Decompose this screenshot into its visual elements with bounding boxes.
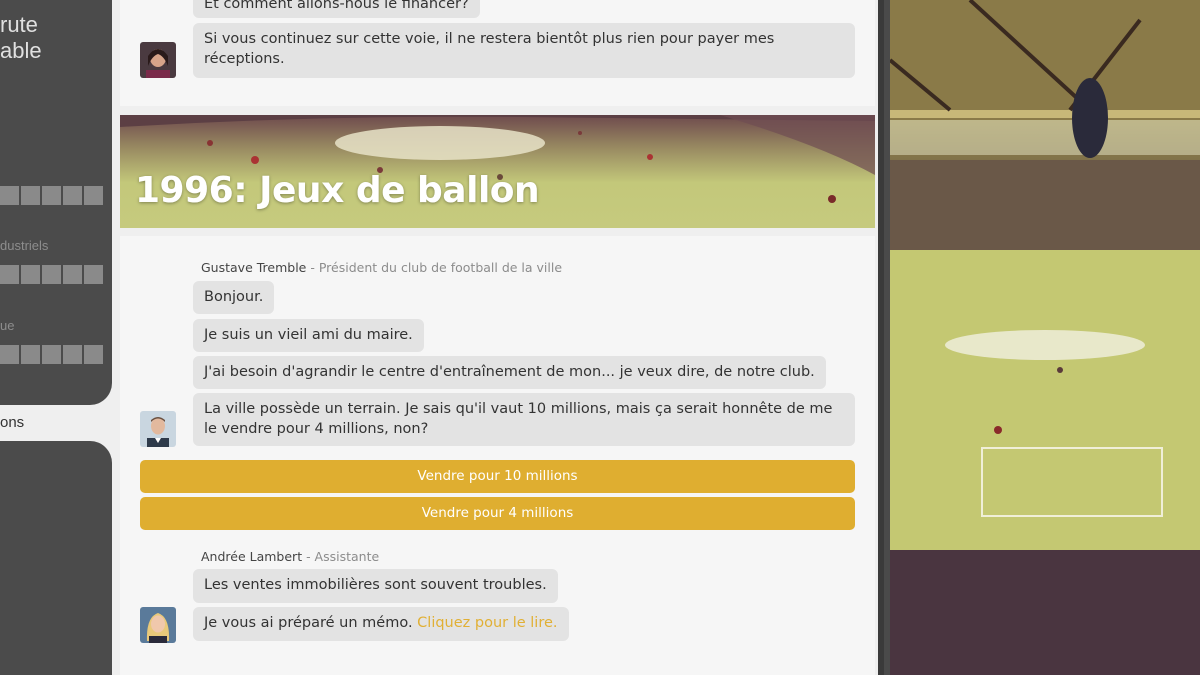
progress-bar-1 — [0, 186, 103, 205]
sidebar-label-other: ue — [0, 318, 15, 333]
sidebar-label-industry: dustriels — [0, 238, 49, 253]
chapter-title: 1996: Jeux de ballon — [135, 170, 540, 211]
stadium-background-image — [890, 0, 1200, 675]
progress-bar-3 — [0, 345, 103, 364]
chat-bubble: La ville possède un terrain. Je sais qu'… — [193, 393, 855, 446]
speaker-role: - Président du club de football de la vi… — [306, 260, 563, 275]
speaker-name: Gustave Tremble — [201, 260, 307, 275]
avatar-woman-blonde — [140, 607, 176, 643]
sidebar-top-panel: rute able dustriels ue — [0, 0, 112, 405]
chat-bubble: Bonjour. — [193, 281, 275, 314]
chat-bubble-memo: Je vous ai préparé un mémo. Cliquez pour… — [193, 607, 569, 641]
choice-sell-4-millions-button[interactable]: Vendre pour 4 millions — [140, 497, 855, 530]
sidebar-item-active[interactable]: ons — [0, 414, 24, 431]
chat-bubble: J'ai besoin d'agrandir le centre d'entra… — [193, 356, 826, 389]
choice-sell-10-millions-button[interactable]: Vendre pour 10 millions — [140, 460, 855, 493]
sidebar-title-line-2: able — [0, 38, 42, 63]
chat-bubble: Si vous continuez sur cette voie, il ne … — [193, 23, 855, 78]
speaker-name: Andrée Lambert — [201, 549, 303, 564]
speaker-role: - Assistante — [302, 549, 380, 564]
chat-card-main: Gustave Tremble - Président du club de f… — [120, 236, 875, 675]
memo-text: Je vous ai préparé un mémo. — [204, 615, 418, 631]
chapter-banner: 1996: Jeux de ballon — [120, 115, 875, 228]
read-memo-link[interactable]: Cliquez pour le lire. — [417, 615, 557, 631]
chat-bubble: Les ventes immobilières sont souvent tro… — [193, 569, 558, 603]
chat-card-top: Et comment allons-nous le financer? Si v… — [120, 0, 875, 106]
sidebar-bottom-panel — [0, 441, 112, 675]
chat-bubble: Je suis un vieil ami du maire. — [193, 319, 424, 352]
speaker-line: Andrée Lambert - Assistante — [201, 549, 379, 564]
avatar-woman-dark — [140, 42, 176, 78]
sidebar-title-line-1: rute — [0, 12, 38, 37]
avatar-man — [140, 411, 176, 447]
speaker-line: Gustave Tremble - Président du club de f… — [201, 260, 562, 275]
stadium-illustration — [890, 0, 1200, 675]
progress-bar-2 — [0, 265, 103, 284]
chat-bubble: Et comment allons-nous le financer? — [193, 0, 480, 18]
sidebar: rute able dustriels ue ons — [0, 0, 112, 675]
chat-panel: Et comment allons-nous le financer? Si v… — [112, 0, 884, 675]
